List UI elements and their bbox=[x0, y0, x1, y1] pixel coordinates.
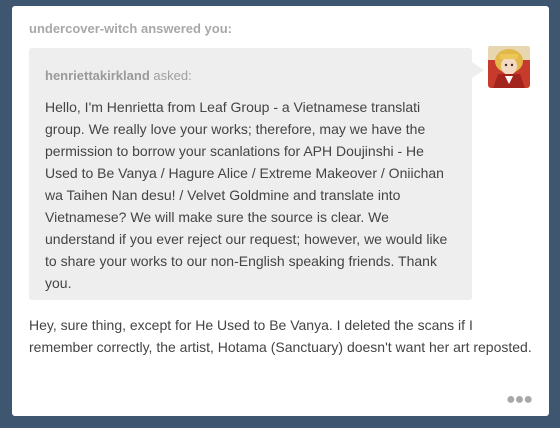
asker-name-link[interactable]: henriettakirkland bbox=[45, 68, 150, 83]
question-bubble: henriettakirkland asked: Hello, I'm Henr… bbox=[29, 48, 484, 300]
avatar-image bbox=[488, 46, 530, 88]
asker-line: henriettakirkland asked: bbox=[45, 68, 192, 83]
asked-label: asked: bbox=[149, 68, 192, 83]
ask-post-card: undercover-witch answered you: henrietta… bbox=[12, 6, 549, 416]
question-text: Hello, I'm Henrietta from Leaf Group - a… bbox=[45, 99, 448, 291]
asker-avatar[interactable] bbox=[488, 46, 530, 88]
answer-text: Hey, sure thing, except for He Used to B… bbox=[29, 317, 532, 355]
post-header: undercover-witch answered you: bbox=[29, 21, 232, 36]
more-dots-icon[interactable]: ●●● bbox=[506, 391, 533, 409]
bubble-pointer bbox=[472, 62, 484, 78]
